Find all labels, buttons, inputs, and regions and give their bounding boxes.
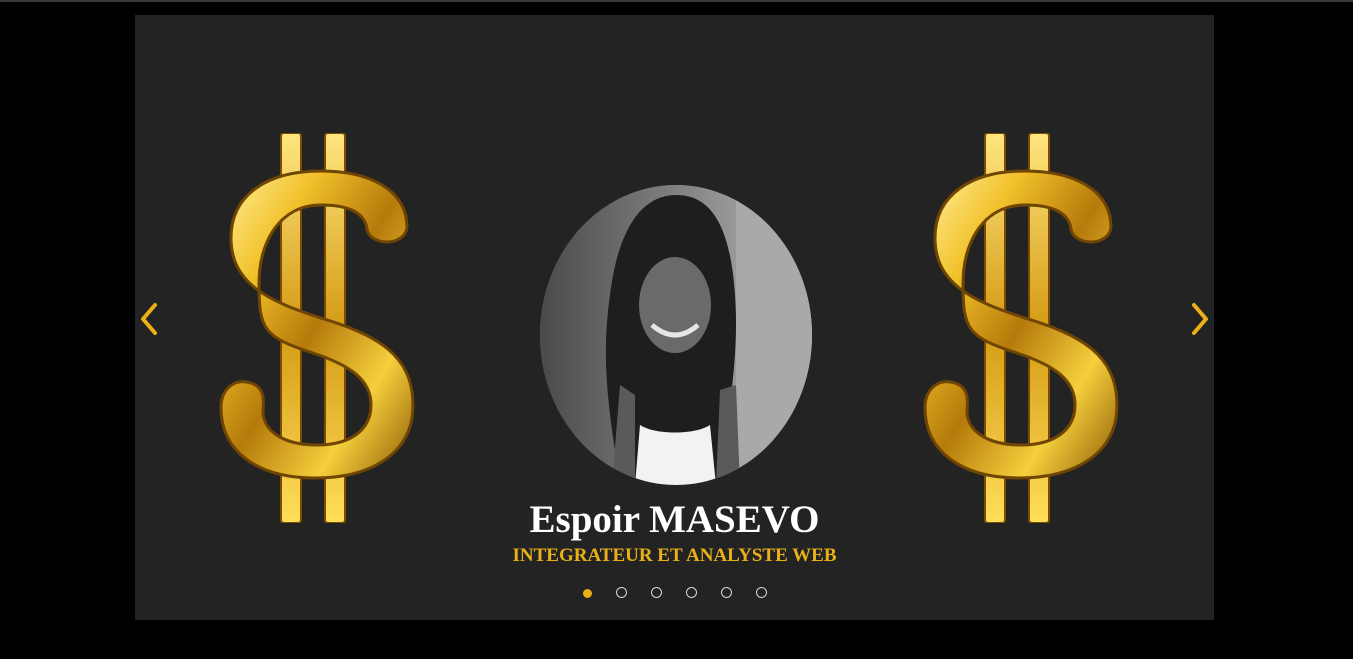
testimonial-slider: Espoir MASEVO INTEGRATEUR ET ANALYSTE WE… <box>135 15 1214 620</box>
profile-name: Espoir MASEVO <box>529 498 820 541</box>
pagination-dot[interactable] <box>720 587 732 598</box>
slider-pagination <box>135 587 1214 598</box>
pagination-dot[interactable] <box>685 587 697 598</box>
pagination-dot[interactable] <box>650 587 662 598</box>
chevron-right-icon <box>1192 303 1208 335</box>
pagination-dot[interactable] <box>615 587 627 598</box>
prev-slide-button[interactable] <box>137 301 165 337</box>
dollar-sign-icon <box>217 132 427 524</box>
next-slide-button[interactable] <box>1184 301 1212 337</box>
pagination-dot[interactable] <box>582 588 592 598</box>
window-top-border <box>0 0 1353 2</box>
pagination-dot[interactable] <box>755 587 767 598</box>
chevron-left-icon <box>141 303 157 335</box>
profile-role: INTEGRATEUR ET ANALYSTE WEB <box>512 545 837 566</box>
dollar-sign-icon <box>921 132 1131 524</box>
profile-avatar <box>540 185 812 485</box>
